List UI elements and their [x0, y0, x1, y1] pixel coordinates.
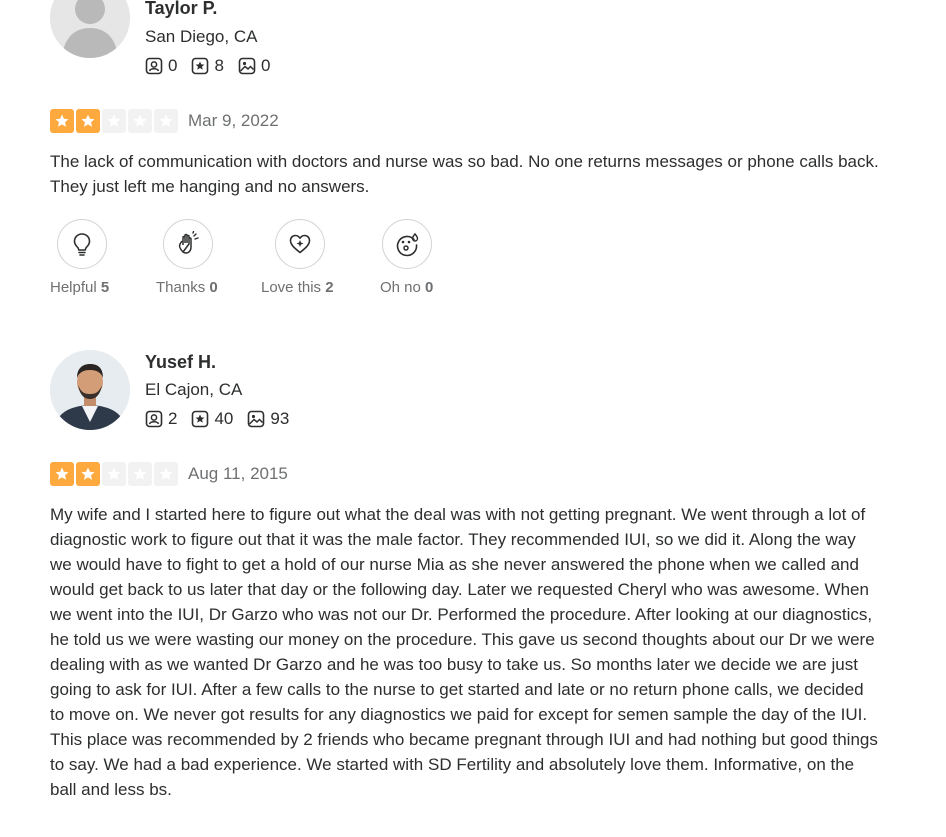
- star-empty-icon: [154, 462, 178, 486]
- rating-row: Mar 9, 2022: [50, 109, 279, 133]
- reaction-helpful-label: Helpful 5: [50, 279, 109, 296]
- reaction-love-this-label: Love this 2: [261, 279, 334, 296]
- star-filled-icon: [76, 109, 100, 133]
- reviews-count: 40: [214, 409, 234, 428]
- reviewer-stats: 0 8 0: [145, 56, 270, 76]
- star-empty-icon: [128, 109, 152, 133]
- reaction-label: Love this: [261, 279, 322, 296]
- default-avatar-icon: [50, 0, 130, 58]
- friends-count: 0: [168, 56, 178, 75]
- star-filled-icon: [76, 462, 100, 486]
- friends-stat: 2: [145, 409, 177, 429]
- reaction-count: 5: [100, 279, 110, 296]
- rating-row: Aug 11, 2015: [50, 462, 288, 486]
- reviewer-location: San Diego, CA: [145, 27, 258, 46]
- reaction-helpful-button[interactable]: [57, 219, 107, 269]
- star-rating: [50, 109, 178, 133]
- review-text: My wife and I started here to figure out…: [50, 505, 878, 799]
- reviews-count: 8: [214, 56, 224, 75]
- friends-icon: [145, 57, 163, 75]
- friends-count: 2: [168, 409, 178, 428]
- avatar[interactable]: [50, 350, 130, 430]
- reaction-label: Helpful: [50, 279, 97, 296]
- reaction-thanks-label: Thanks 0: [156, 279, 218, 296]
- review-star-icon: [192, 410, 209, 428]
- reviewer-location: El Cajon, CA: [145, 380, 243, 399]
- reaction-count: 0: [209, 279, 218, 296]
- reaction-love-this-button[interactable]: [275, 219, 325, 269]
- star-filled-icon: [50, 109, 74, 133]
- review-date: Mar 9, 2022: [188, 111, 279, 130]
- friends-icon: [145, 410, 163, 428]
- star-empty-icon: [154, 109, 178, 133]
- reaction-thanks-button[interactable]: [163, 219, 213, 269]
- reaction-label: Thanks: [156, 279, 206, 296]
- star-empty-icon: [102, 462, 126, 486]
- photos-stat: 93: [247, 409, 289, 429]
- avatar[interactable]: [50, 0, 130, 58]
- sad-face-icon: [396, 232, 419, 257]
- reaction-count: 0: [425, 279, 434, 296]
- friends-stat: 0: [145, 56, 177, 76]
- star-empty-icon: [128, 462, 152, 486]
- star-filled-icon: [50, 462, 74, 486]
- reviewer-name[interactable]: Yusef H.: [145, 352, 216, 373]
- star-empty-icon: [102, 109, 126, 133]
- review-date: Aug 11, 2015: [188, 464, 288, 483]
- review-star-icon: [192, 57, 209, 75]
- photo-icon: [248, 410, 265, 428]
- reviewer-name[interactable]: Taylor P.: [145, 0, 217, 19]
- heart-icon: [289, 234, 311, 254]
- reaction-label: Oh no: [380, 279, 421, 296]
- waving-hand-icon: [178, 231, 199, 254]
- photos-count: 0: [260, 56, 271, 75]
- photos-count: 93: [270, 409, 290, 428]
- profile-photo: [50, 350, 130, 430]
- star-rating: [50, 462, 178, 486]
- reviews-stat: 40: [191, 409, 233, 429]
- reviews-stat: 8: [191, 56, 224, 76]
- lightbulb-icon: [73, 233, 91, 256]
- reviewer-stats: 2 40 93: [145, 409, 289, 429]
- reaction-count: 2: [325, 279, 334, 296]
- photo-icon: [238, 57, 256, 75]
- photos-stat: 0: [238, 56, 270, 76]
- reaction-oh-no-label: Oh no 0: [380, 279, 433, 296]
- reaction-oh-no-button[interactable]: [382, 219, 432, 269]
- review-text: The lack of communication with doctors a…: [50, 152, 879, 196]
